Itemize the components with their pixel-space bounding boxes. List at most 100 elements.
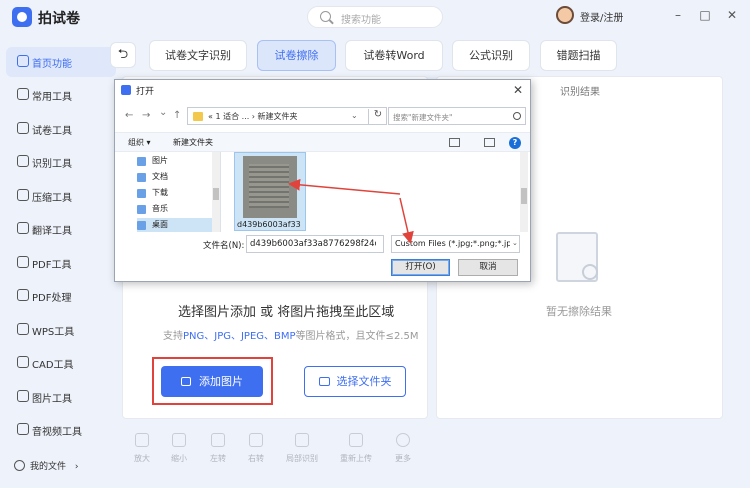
documents-icon bbox=[137, 173, 146, 182]
tab-formula-ocr[interactable]: 公式识别 bbox=[452, 40, 530, 71]
sidebar-item-pdf-process[interactable]: PDF处理 bbox=[6, 281, 116, 311]
tool-label: 左转 bbox=[210, 454, 226, 463]
help-icon[interactable]: ? bbox=[509, 137, 521, 149]
folder-icon bbox=[318, 377, 330, 386]
rotate-left-icon bbox=[211, 433, 225, 447]
minimize-button[interactable]: – bbox=[670, 7, 686, 23]
open-button[interactable]: 打开(O) bbox=[391, 259, 450, 276]
partial-ocr-tool[interactable]: 局部识别 bbox=[284, 433, 320, 464]
download-icon bbox=[137, 189, 146, 198]
chevron-down-icon[interactable]: ⌄ bbox=[351, 111, 358, 120]
preview-pane-icon[interactable] bbox=[484, 138, 495, 147]
scrollbar-thumb[interactable] bbox=[213, 188, 219, 200]
scrollbar-thumb[interactable] bbox=[521, 188, 527, 204]
filename-value: d439b6003af33a8776298f24c2 bbox=[250, 239, 376, 249]
sidebar-item-compress-tools[interactable]: 压缩工具 bbox=[6, 181, 116, 211]
sidebar-item-label: 试卷工具 bbox=[32, 126, 72, 137]
sidebar-item-pdf-tools[interactable]: PDF工具 bbox=[6, 248, 116, 278]
dialog-close-button[interactable]: ✕ bbox=[513, 83, 523, 97]
tool-label: 缩小 bbox=[171, 454, 187, 463]
zoom-in-tool[interactable]: 放大 bbox=[124, 433, 160, 464]
home-icon bbox=[17, 55, 29, 67]
sidebar-item-wps-tools[interactable]: WPS工具 bbox=[6, 315, 116, 345]
file-list-scrollbar[interactable] bbox=[520, 152, 528, 232]
refresh-button[interactable]: ↻ bbox=[368, 109, 387, 124]
title-bar: 拍试卷 搜索功能 登录/注册 – □ ✕ bbox=[0, 0, 750, 34]
search-icon bbox=[513, 112, 521, 120]
rotate-left-tool[interactable]: 左转 bbox=[200, 433, 236, 464]
tree-label: 桌面 bbox=[152, 220, 168, 229]
login-link[interactable]: 登录/注册 bbox=[580, 9, 623, 24]
sidebar-item-label: PDF处理 bbox=[32, 293, 72, 304]
nav-forward-icon[interactable]: → bbox=[142, 110, 150, 121]
new-folder-button[interactable]: 新建文件夹 bbox=[173, 137, 213, 148]
sidebar-item-home[interactable]: 首页功能 bbox=[6, 47, 116, 77]
nav-up-icon[interactable]: ↑ bbox=[173, 110, 181, 121]
nav-recent-icon[interactable]: ⌄ bbox=[159, 107, 167, 118]
zoom-out-tool[interactable]: 缩小 bbox=[161, 433, 197, 464]
pictures-icon bbox=[137, 157, 146, 166]
choose-folder-button[interactable]: 选择文件夹 bbox=[304, 366, 406, 397]
app-name: 拍试卷 bbox=[38, 11, 80, 27]
my-files-link[interactable]: 我的文件 › bbox=[30, 459, 79, 472]
sidebar-item-label: 翻译工具 bbox=[32, 226, 72, 237]
view-options-icon[interactable] bbox=[449, 138, 460, 147]
cancel-button[interactable]: 取消 bbox=[458, 259, 518, 276]
dialog-search-input[interactable]: 搜索"新建文件夹" bbox=[388, 107, 526, 125]
avatar[interactable] bbox=[556, 6, 574, 24]
sidebar-item-translate-tools[interactable]: 翻译工具 bbox=[6, 214, 116, 244]
tab-exam-ocr[interactable]: 试卷文字识别 bbox=[149, 40, 247, 71]
back-button[interactable]: ⮌ bbox=[110, 42, 136, 68]
tree-label: 下载 bbox=[152, 188, 168, 197]
sidebar-item-common-tools[interactable]: 常用工具 bbox=[6, 80, 116, 110]
tab-exam-to-word[interactable]: 试卷转Word bbox=[345, 40, 443, 71]
dialog-app-icon bbox=[121, 85, 131, 95]
tree-item-desktop[interactable]: 桌面 bbox=[137, 218, 220, 232]
tree-item-downloads[interactable]: 下载 bbox=[137, 186, 220, 200]
pdf-icon bbox=[17, 256, 29, 268]
folder-icon bbox=[193, 112, 203, 121]
filename-label: 文件名(N): bbox=[203, 241, 245, 251]
maximize-button[interactable]: □ bbox=[697, 7, 713, 23]
nav-back-icon[interactable]: ← bbox=[125, 110, 133, 121]
tool-label: 局部识别 bbox=[286, 454, 318, 463]
sidebar-item-label: 首页功能 bbox=[32, 59, 72, 70]
chevron-right-icon: › bbox=[74, 462, 79, 472]
reupload-tool[interactable]: 重新上传 bbox=[338, 433, 374, 464]
tree-label: 音乐 bbox=[152, 204, 168, 213]
empty-result-text: 暂无擦除结果 bbox=[546, 305, 612, 318]
tab-wrong-question-scan[interactable]: 错题扫描 bbox=[540, 40, 617, 71]
search-box[interactable]: 搜索功能 bbox=[307, 6, 443, 28]
choose-folder-label: 选择文件夹 bbox=[336, 375, 392, 388]
file-type-filter[interactable]: Custom Files (*.jpg;*.png;*.jp ⌄ bbox=[391, 235, 520, 253]
app-logo-icon bbox=[12, 7, 32, 27]
user-icon bbox=[14, 460, 25, 471]
more-tool[interactable]: 更多 bbox=[385, 433, 421, 464]
sidebar-item-av-tools[interactable]: 音视频工具 bbox=[6, 415, 116, 445]
sidebar-item-label: 常用工具 bbox=[32, 92, 72, 103]
sidebar-item-image-tools[interactable]: 图片工具 bbox=[6, 382, 116, 412]
empty-document-icon bbox=[556, 232, 598, 282]
tree-item-documents[interactable]: 文档 bbox=[137, 170, 220, 184]
tree-scrollbar[interactable] bbox=[212, 152, 220, 232]
tree-item-music[interactable]: 音乐 bbox=[137, 202, 220, 216]
filename-input[interactable]: d439b6003af33a8776298f24c2 bbox=[246, 235, 384, 253]
add-image-button[interactable]: 添加图片 bbox=[161, 366, 263, 397]
sidebar-item-cad-tools[interactable]: CAD工具 bbox=[6, 348, 116, 378]
sidebar-item-exam-tools[interactable]: 试卷工具 bbox=[6, 114, 116, 144]
more-icon bbox=[396, 433, 410, 447]
translate-icon bbox=[17, 222, 29, 234]
file-thumbnail[interactable] bbox=[243, 156, 297, 218]
chevron-down-icon: ⌄ bbox=[512, 239, 518, 247]
rotate-right-tool[interactable]: 右转 bbox=[238, 433, 274, 464]
organize-menu[interactable]: 组织 ▾ bbox=[128, 137, 151, 148]
close-button[interactable]: ✕ bbox=[724, 7, 740, 23]
zoom-in-icon bbox=[135, 433, 149, 447]
sidebar-item-ocr-tools[interactable]: 识别工具 bbox=[6, 147, 116, 177]
address-path: « 1 适合 ... › 新建文件夹 bbox=[208, 112, 298, 121]
sidebar-item-label: WPS工具 bbox=[32, 327, 75, 338]
tab-exam-erase[interactable]: 试卷擦除 bbox=[257, 40, 336, 71]
reupload-icon bbox=[349, 433, 363, 447]
address-bar[interactable]: « 1 适合 ... › 新建文件夹 ⌄ ↻ bbox=[187, 107, 387, 125]
tree-item-pictures[interactable]: 图片 bbox=[137, 154, 220, 168]
